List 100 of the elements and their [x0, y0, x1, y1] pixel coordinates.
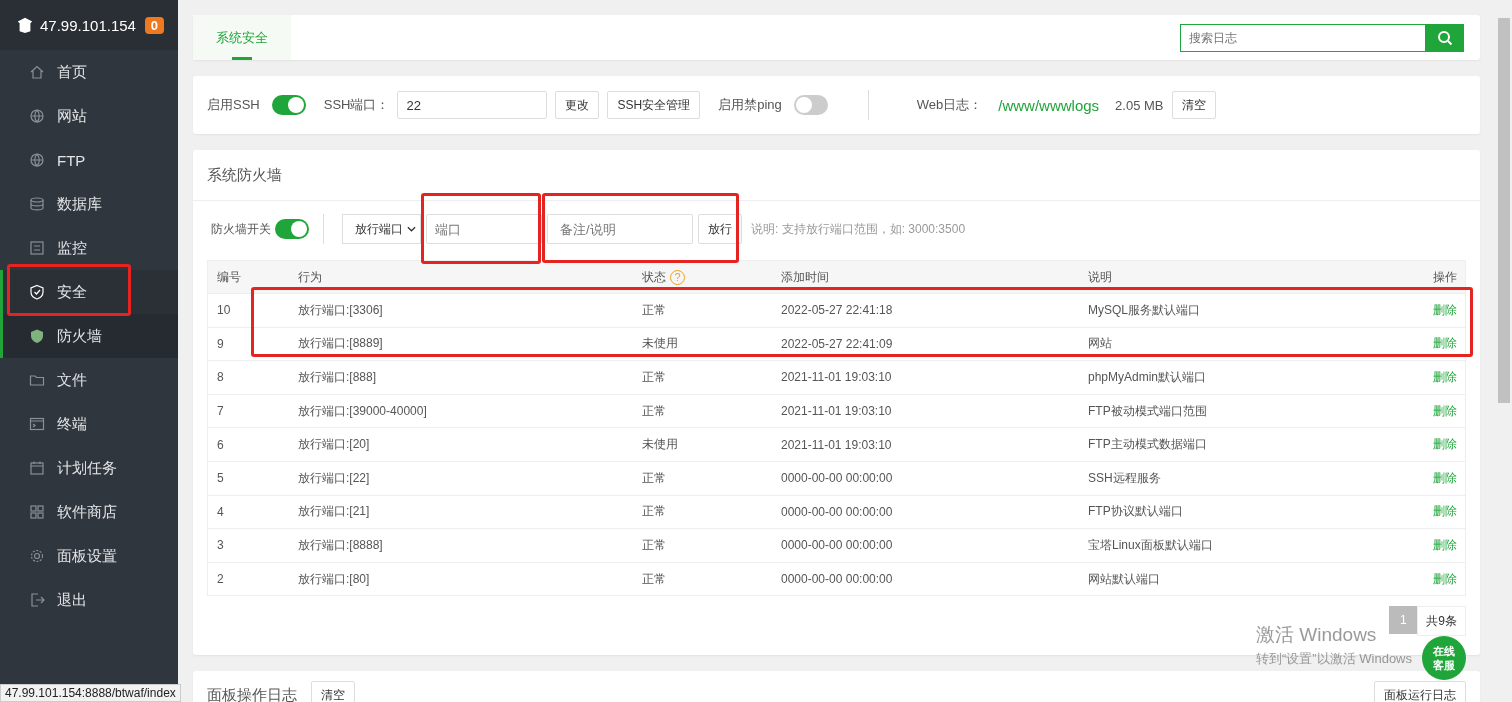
- table-cell-text: 宝塔Linux面板默认端口: [1088, 536, 1214, 554]
- table-cell-text: 6: [216, 437, 225, 452]
- sidebar-item[interactable]: 首页: [0, 50, 178, 94]
- calendar-icon: [29, 460, 45, 476]
- table-cell-text: MySQL服务默认端口: [1088, 301, 1201, 319]
- section-title: 面板操作日志: [207, 685, 297, 702]
- web-log-size: 2.05 MB: [1115, 97, 1164, 113]
- ping-toggle[interactable]: [793, 95, 828, 115]
- sidebar-item[interactable]: 终端: [0, 402, 178, 446]
- table-cell-text: 正常: [642, 570, 667, 588]
- table-cell-text: 正常: [642, 503, 667, 521]
- table-cell-text: 正常: [642, 469, 667, 487]
- sidebar-item[interactable]: 退出: [0, 578, 178, 622]
- folder-icon: [29, 372, 45, 388]
- table-cell-text: 3: [216, 538, 225, 553]
- column-header: 添加时间: [781, 268, 830, 286]
- network-icon: [29, 152, 45, 168]
- table-cell-text: 放行端口:[8889]: [298, 335, 384, 353]
- table-cell-text: 正常: [642, 402, 667, 420]
- ssh-manage-button[interactable]: SSH安全管理: [607, 91, 701, 119]
- table-cell-text: phpMyAdmin默认端口: [1088, 369, 1208, 386]
- table-cell-text: 未使用: [642, 335, 679, 353]
- allow-button[interactable]: 放行: [698, 214, 742, 244]
- table-cell-text: 放行端口:[39000-40000]: [298, 402, 428, 420]
- run-log-button[interactable]: 面板运行日志: [1374, 681, 1466, 702]
- table-cell-text: 2021-11-01 19:03:10: [781, 437, 893, 452]
- table-cell-text: SSH远程服务: [1088, 469, 1162, 487]
- table-cell-text: 9: [216, 336, 225, 351]
- sidebar-item[interactable]: 数据库: [0, 182, 178, 226]
- sidebar-item[interactable]: FTP: [0, 138, 178, 182]
- table-cell-text: 放行端口:[8888]: [298, 536, 384, 554]
- clear-button[interactable]: 清空: [311, 681, 355, 702]
- table-cell-text: 0000-00-00 00:00:00: [781, 572, 894, 587]
- table-cell-text: 10: [216, 303, 232, 318]
- search-field[interactable]: 搜索日志: [1180, 23, 1426, 52]
- change-button[interactable]: 更改: [555, 91, 600, 119]
- total-count: 共9条: [1417, 606, 1466, 637]
- monitor-icon: [29, 240, 45, 256]
- firewall-toggle[interactable]: [275, 219, 309, 239]
- ping-label: 启用禁ping: [718, 96, 782, 114]
- table-cell-text: 0000-00-00 00:00:00: [781, 504, 894, 519]
- action-dropdown[interactable]: 放行端口: [342, 214, 421, 244]
- activation-notice-text: 转到“设置”以激活 Windows: [1256, 650, 1412, 668]
- notification-badge: 0: [144, 16, 164, 34]
- database-icon: [29, 196, 45, 212]
- table-cell-text: 2022-05-27 22:41:09: [781, 336, 894, 351]
- section-title: 系统防火墙: [193, 150, 1480, 201]
- sidebar-item[interactable]: 面板设置: [0, 534, 178, 578]
- sidebar-item[interactable]: 软件商店: [0, 490, 178, 534]
- table-cell-text: 5: [216, 471, 225, 486]
- terminal-icon: [29, 416, 45, 432]
- table-cell-text: 网站: [1088, 335, 1113, 353]
- grid-icon: [29, 504, 45, 520]
- clear-button[interactable]: 清空: [1171, 91, 1216, 119]
- logo-icon: [16, 16, 34, 34]
- column-header: 行为: [298, 268, 323, 286]
- sidebar-item[interactable]: 网站: [0, 94, 178, 138]
- sidebar-item[interactable]: 安全: [0, 270, 178, 314]
- ssh-label: 启用SSH: [207, 96, 260, 114]
- table-cell-text: 4: [216, 504, 225, 519]
- exit-icon: [29, 592, 45, 608]
- table-cell-text: 放行端口:[80]: [298, 570, 371, 588]
- table-cell-text: 0000-00-00 00:00:00: [781, 538, 894, 553]
- table-cell-text: 2021-11-01 19:03:10: [781, 370, 893, 385]
- ssh-port-field[interactable]: 22: [397, 91, 548, 119]
- column-header: 操作: [1432, 268, 1458, 286]
- table-cell-text: 正常: [642, 301, 667, 319]
- ssh-toggle[interactable]: [271, 95, 306, 115]
- sidebar-item[interactable]: 文件: [0, 358, 178, 402]
- port-field[interactable]: 端口: [426, 214, 542, 244]
- home-icon: [29, 64, 45, 80]
- gear-icon: [29, 548, 45, 564]
- server-address: 47.99.101.154: [40, 16, 137, 34]
- table-cell-text: FTP被动模式端口范围: [1088, 402, 1208, 420]
- table-cell-text: 2022-05-27 22:41:18: [781, 303, 894, 318]
- table-cell-text: 0000-00-00 00:00:00: [781, 471, 894, 486]
- table-cell-text: 正常: [642, 536, 667, 554]
- column-header: 编号: [216, 268, 242, 286]
- sidebar-item[interactable]: 监控: [0, 226, 178, 270]
- shield-icon: [29, 328, 45, 344]
- column-header: 说明: [1088, 268, 1113, 286]
- table-cell-text: 放行端口:[888]: [298, 369, 378, 386]
- status-url: 47.99.101.154:8888/btwaf/index: [0, 684, 181, 702]
- table-cell-text: 网站默认端口: [1088, 570, 1161, 588]
- table-cell-text: FTP主动模式数据端口: [1088, 436, 1208, 454]
- globe-icon: [29, 108, 45, 124]
- sidebar-subitem[interactable]: 防火墙: [0, 314, 178, 358]
- web-log-label: Web日志：: [916, 96, 983, 114]
- remark-field[interactable]: 备注/说明: [547, 214, 693, 244]
- table-cell-text: 2021-11-01 19:03:10: [781, 404, 893, 419]
- table-cell-text: 放行端口:[21]: [298, 503, 371, 521]
- table-cell-text: FTP协议默认端口: [1088, 503, 1184, 521]
- hint-text: 说明: 支持放行端口范围，如: 3000:3500: [751, 220, 966, 238]
- table-cell-text: 放行端口:[22]: [298, 469, 371, 487]
- sidebar-item[interactable]: 计划任务: [0, 446, 178, 490]
- caret-icon: [407, 226, 416, 232]
- table-cell-text: 未使用: [642, 436, 679, 454]
- table-cell-text: 8: [216, 370, 225, 385]
- activation-notice-title: 激活 Windows: [1256, 623, 1378, 647]
- search-button[interactable]: [1426, 23, 1464, 52]
